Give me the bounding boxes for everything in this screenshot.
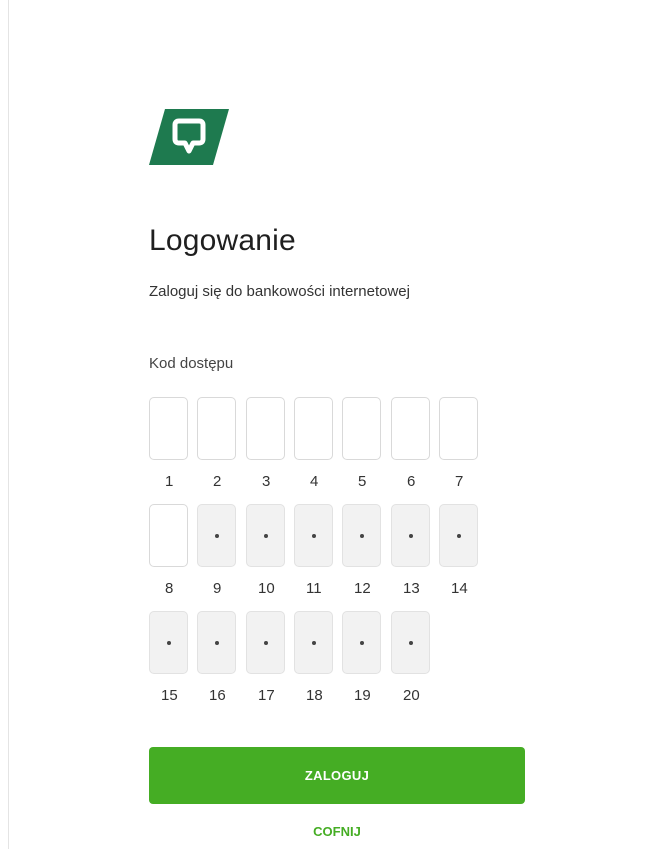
code-cell-17 bbox=[246, 611, 285, 674]
code-cell-12 bbox=[342, 504, 381, 567]
code-cell-6[interactable] bbox=[391, 397, 430, 460]
login-page: Logowanie Zaloguj się do bankowości inte… bbox=[0, 0, 665, 849]
masked-dot-icon bbox=[311, 533, 316, 538]
code-cell-index: 5 bbox=[358, 473, 367, 490]
code-cell-index: 6 bbox=[407, 473, 416, 490]
code-cell-4[interactable] bbox=[294, 397, 333, 460]
code-cell-9 bbox=[197, 504, 236, 567]
code-cell-index: 20 bbox=[403, 687, 420, 704]
code-cell-index: 14 bbox=[451, 580, 468, 597]
code-cell-index: 10 bbox=[258, 580, 275, 597]
code-cell-index: 13 bbox=[403, 580, 420, 597]
masked-dot-icon bbox=[359, 533, 364, 538]
code-cell-index: 1 bbox=[165, 473, 174, 490]
login-button[interactable]: ZALOGUJ bbox=[149, 747, 525, 804]
code-cell-19 bbox=[342, 611, 381, 674]
masked-dot-icon bbox=[214, 640, 219, 645]
code-cell-15 bbox=[149, 611, 188, 674]
code-cell-index: 4 bbox=[310, 473, 319, 490]
masked-dot-icon bbox=[311, 640, 316, 645]
code-cell-index: 8 bbox=[165, 580, 174, 597]
masked-dot-icon bbox=[408, 640, 413, 645]
masked-dot-icon bbox=[166, 640, 171, 645]
masked-dot-icon bbox=[263, 533, 268, 538]
code-cell-20 bbox=[391, 611, 430, 674]
code-cell-index: 15 bbox=[161, 687, 178, 704]
masked-dot-icon bbox=[408, 533, 413, 538]
masked-dot-icon bbox=[359, 640, 364, 645]
code-cell-3[interactable] bbox=[246, 397, 285, 460]
masked-dot-icon bbox=[214, 533, 219, 538]
code-cell-18 bbox=[294, 611, 333, 674]
code-cell-index: 12 bbox=[354, 580, 371, 597]
code-cell-index: 7 bbox=[455, 473, 464, 490]
code-cell-2[interactable] bbox=[197, 397, 236, 460]
page-title: Logowanie bbox=[149, 224, 296, 257]
code-cell-11 bbox=[294, 504, 333, 567]
code-cell-16 bbox=[197, 611, 236, 674]
back-link[interactable]: COFNIJ bbox=[149, 824, 525, 839]
code-cell-index: 18 bbox=[306, 687, 323, 704]
code-cell-index: 11 bbox=[306, 580, 322, 597]
code-cell-index: 3 bbox=[262, 473, 271, 490]
access-code-label: Kod dostępu bbox=[149, 355, 234, 372]
code-cell-index: 17 bbox=[258, 687, 275, 704]
code-cell-1[interactable] bbox=[149, 397, 188, 460]
code-cell-10 bbox=[246, 504, 285, 567]
bank-logo-icon bbox=[149, 109, 229, 165]
code-cell-index: 9 bbox=[213, 580, 222, 597]
masked-dot-icon bbox=[456, 533, 461, 538]
code-cell-5[interactable] bbox=[342, 397, 381, 460]
code-cell-7[interactable] bbox=[439, 397, 478, 460]
left-divider bbox=[8, 0, 9, 849]
code-cell-index: 16 bbox=[209, 687, 226, 704]
masked-dot-icon bbox=[263, 640, 268, 645]
code-cell-index: 19 bbox=[354, 687, 371, 704]
code-cell-14 bbox=[439, 504, 478, 567]
page-subtitle: Zaloguj się do bankowości internetowej bbox=[149, 283, 410, 300]
code-cell-13 bbox=[391, 504, 430, 567]
code-cell-index: 2 bbox=[213, 473, 222, 490]
code-cell-8[interactable] bbox=[149, 504, 188, 567]
